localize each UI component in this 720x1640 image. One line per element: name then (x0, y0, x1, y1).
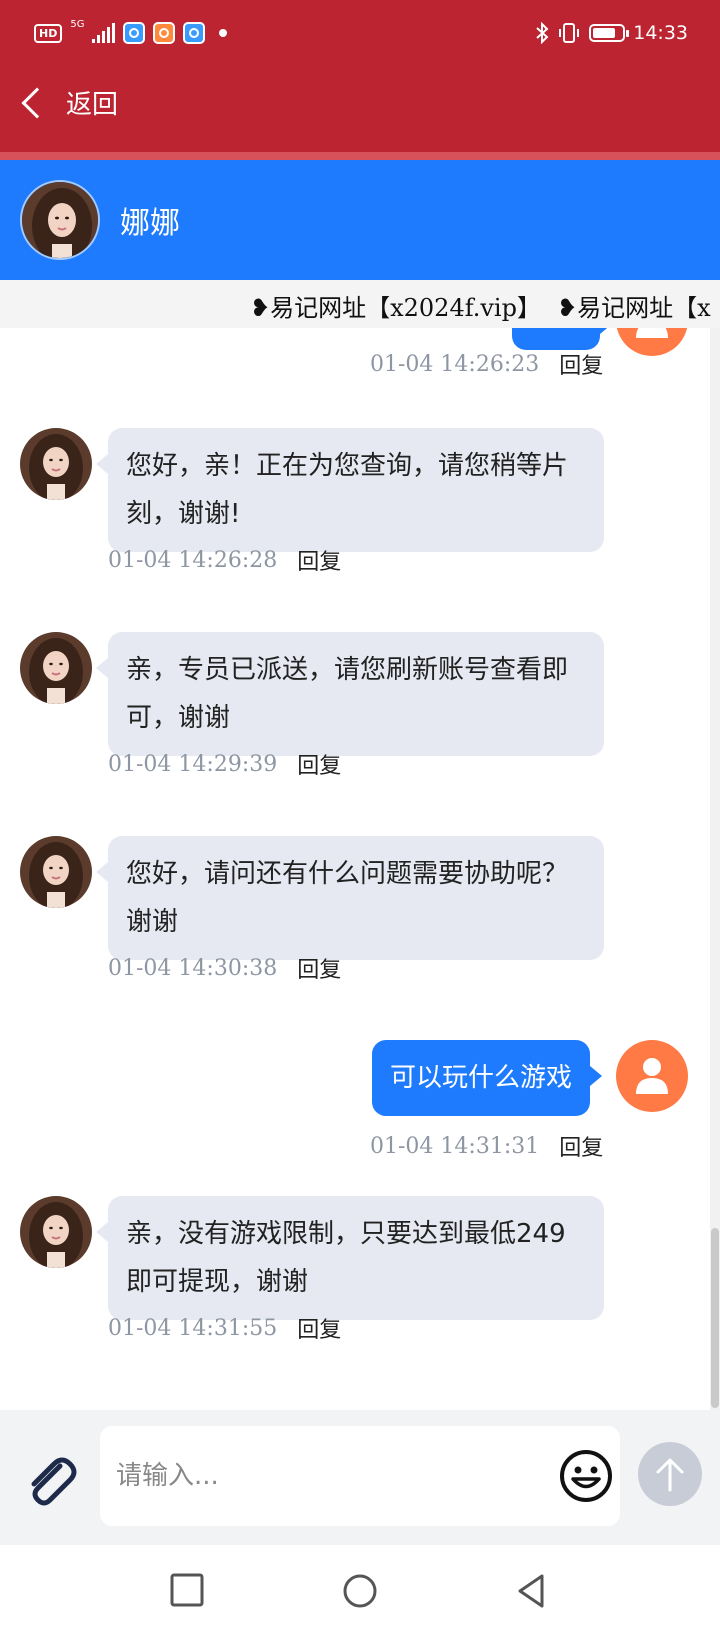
top-bar: HD 5G 14:33 返回 (0, 0, 720, 160)
chat-screen: HD 5G 14:33 返回 娜娜 ❥易记网址【x2024f.vip】 ❥易记网… (0, 0, 720, 1640)
chevron-left-icon (21, 86, 53, 119)
contact-header: 娜娜 (0, 160, 720, 280)
back-button[interactable]: 返回 (18, 84, 118, 121)
message-bubble-incoming[interactable]: 亲，没有游戏限制，只要达到最低249即可提现，谢谢 (96, 1196, 604, 1320)
recent-apps-button[interactable] (170, 1573, 204, 1611)
arrow-up-icon (656, 1458, 684, 1492)
triangle-back-icon (518, 1574, 544, 1608)
hd-badge: HD (34, 23, 63, 43)
message-time: 01-04 14:26:23 (370, 351, 540, 377)
message-time: 01-04 14:26:28 (108, 547, 278, 573)
message-bubble-outgoing[interactable]: 可以玩什么游戏 (372, 1040, 603, 1116)
user-avatar[interactable] (616, 328, 688, 356)
message-time: 01-04 14:30:38 (108, 955, 278, 981)
square-icon (170, 1573, 204, 1607)
status-right: 14:33 (535, 22, 688, 44)
message-bubble-incoming[interactable]: 您好，请问还有什么问题需要协助呢？谢谢 (96, 836, 604, 960)
status-time: 14:33 (633, 22, 688, 44)
contact-name: 娜娜 (120, 206, 180, 241)
message-meta: 01-04 14:26:23 回复 (370, 348, 603, 380)
notice-marquee: ❥易记网址【x2024f.vip】 ❥易记网址【x (0, 280, 720, 328)
divider (0, 152, 720, 160)
back-label: 返回 (66, 90, 119, 120)
agent-avatar[interactable] (20, 428, 92, 500)
message-list[interactable]: 01-04 14:26:23 回复 您好，亲！正在为您查询，请您稍等片刻，谢谢!… (0, 328, 720, 1410)
vibrate-icon (559, 23, 580, 43)
home-button[interactable] (342, 1573, 378, 1613)
notice-item: ❥易记网址【x2024f.vip】 (250, 294, 541, 322)
app-notification-icon (123, 22, 146, 44)
scrollbar[interactable] (710, 328, 720, 1410)
message-bubble-incoming[interactable]: 您好，亲！正在为您查询，请您稍等片刻，谢谢! (96, 428, 604, 552)
reply-button[interactable]: 回复 (559, 348, 603, 380)
attach-button[interactable] (20, 1450, 80, 1510)
bluetooth-icon (536, 22, 549, 44)
reply-button[interactable]: 回复 (297, 1312, 341, 1344)
network-type: 5G (70, 19, 85, 30)
message-input-box[interactable] (100, 1426, 620, 1526)
system-back-button[interactable] (516, 1573, 546, 1613)
smiley-icon (560, 1450, 612, 1502)
reply-button[interactable]: 回复 (297, 748, 341, 780)
notice-item: ❥易记网址【x (556, 294, 711, 322)
message-bubble-outgoing[interactable] (512, 328, 612, 350)
scrollbar-thumb[interactable] (711, 1228, 719, 1408)
message-time: 01-04 14:31:31 (370, 1133, 540, 1159)
contact-avatar[interactable] (20, 180, 100, 260)
agent-avatar[interactable] (20, 632, 92, 704)
circle-icon (343, 1574, 377, 1608)
user-avatar[interactable] (616, 1040, 688, 1112)
person-icon (636, 1058, 668, 1094)
reply-button[interactable]: 回复 (559, 1130, 603, 1162)
signal-icon (92, 23, 116, 43)
paperclip-icon (31, 1457, 77, 1506)
composer-bar (0, 1410, 720, 1545)
send-button[interactable] (638, 1442, 702, 1506)
system-nav-bar (0, 1545, 720, 1640)
message-time: 01-04 14:29:39 (108, 751, 278, 777)
status-bar: HD 5G 14:33 (0, 14, 720, 54)
status-left: HD 5G (34, 19, 228, 44)
battery-icon (589, 24, 630, 42)
emoji-button[interactable] (558, 1448, 614, 1504)
nav-bar: 返回 (0, 74, 720, 134)
message-meta: 01-04 14:31:31 回复 (370, 1130, 603, 1162)
agent-avatar[interactable] (20, 1196, 92, 1268)
message-time: 01-04 14:31:55 (108, 1315, 278, 1341)
message-meta: 01-04 14:30:38 回复 (108, 952, 341, 984)
app-notification-icon (183, 22, 206, 44)
person-icon (636, 328, 668, 338)
agent-avatar[interactable] (20, 836, 92, 908)
app-notification-icon (153, 22, 176, 44)
message-meta: 01-04 14:31:55 回复 (108, 1312, 341, 1344)
message-meta: 01-04 14:26:28 回复 (108, 544, 341, 576)
more-notifications-dot (219, 29, 228, 37)
message-input[interactable] (116, 1454, 536, 1498)
reply-button[interactable]: 回复 (297, 952, 341, 984)
reply-button[interactable]: 回复 (297, 544, 341, 576)
message-meta: 01-04 14:29:39 回复 (108, 748, 341, 780)
message-bubble-incoming[interactable]: 亲，专员已派送，请您刷新账号查看即可，谢谢 (96, 632, 604, 756)
